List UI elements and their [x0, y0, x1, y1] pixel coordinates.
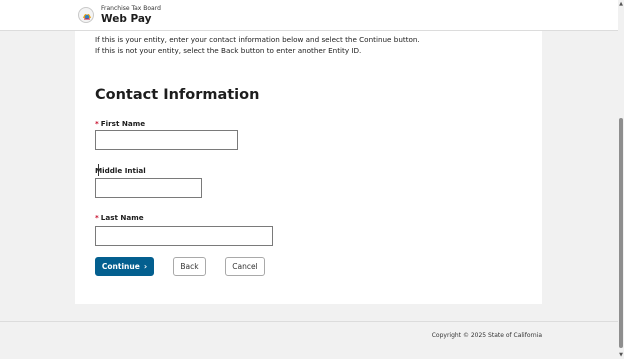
first-name-field[interactable] [95, 130, 238, 150]
cancel-button[interactable]: Cancel [225, 257, 265, 276]
continue-button-label: Continue [101, 262, 140, 271]
last-name-label-text: Last Name [100, 213, 144, 222]
first-name-label-text: First Name [100, 119, 146, 128]
scrollbar-thumb[interactable] [619, 118, 623, 348]
required-marker: * [95, 119, 99, 128]
middle-initial-label: Middle Intial [95, 166, 146, 175]
instruction-line-1: If this is your entity, enter your conta… [95, 35, 420, 44]
app-title[interactable]: Web Pay [101, 13, 152, 25]
site-footer: Copyright © 2025 State of California [0, 321, 618, 359]
scroll-up-arrow-icon[interactable]: ▲ [618, 1, 624, 7]
back-button[interactable]: Back [173, 257, 206, 276]
form-card: If this is your entity, enter your conta… [75, 31, 542, 304]
last-name-label: * Last Name [95, 213, 144, 222]
page-title: Contact Information [95, 87, 260, 103]
vertical-scrollbar[interactable]: ▲ ▼ [618, 0, 624, 359]
first-name-label: * First Name [95, 119, 145, 128]
copyright-text: Copyright © 2025 State of California [431, 332, 542, 339]
required-marker: * [95, 213, 99, 222]
agency-name: Franchise Tax Board [101, 5, 161, 12]
instruction-line-2: If this is not your entity, select the B… [95, 45, 362, 55]
middle-initial-field[interactable] [95, 178, 202, 198]
site-header: Franchise Tax Board Web Pay [0, 0, 618, 31]
last-name-field[interactable] [95, 226, 273, 246]
continue-button[interactable]: Continue › [95, 257, 154, 276]
ca-state-seal-icon[interactable] [78, 7, 94, 23]
scroll-down-arrow-icon[interactable]: ▼ [618, 352, 624, 358]
chevron-right-icon: › [143, 262, 148, 271]
